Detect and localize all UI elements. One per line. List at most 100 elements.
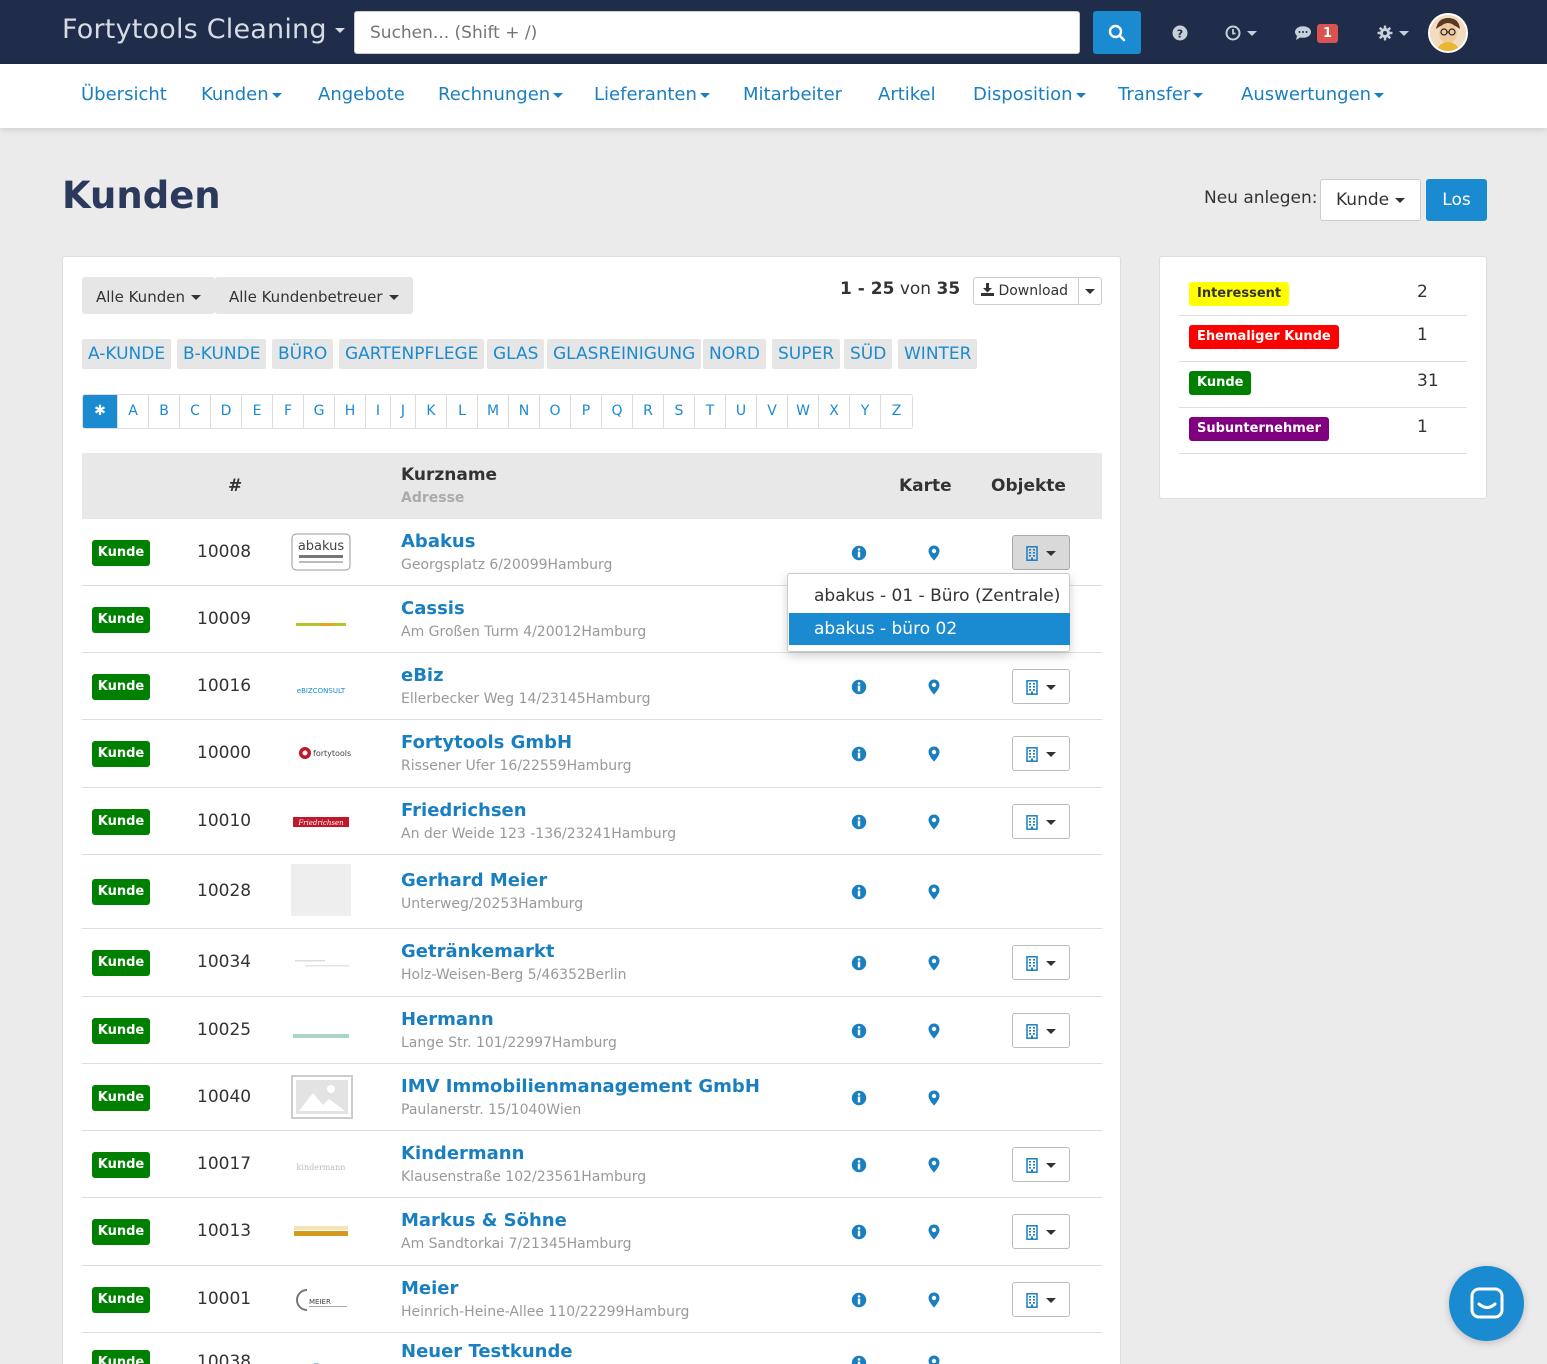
go-button[interactable]: Los xyxy=(1426,179,1487,221)
tag-filter[interactable]: B-KUNDE xyxy=(177,339,267,369)
map-marker-icon[interactable] xyxy=(928,679,940,699)
alphabet-filter-letter[interactable]: T xyxy=(695,395,726,428)
messages-button[interactable]: 1 xyxy=(1294,20,1339,46)
tag-filter[interactable]: WINTER xyxy=(898,339,978,369)
tag-filter[interactable]: SUPER xyxy=(772,339,841,369)
tag-filter[interactable]: BÜRO xyxy=(272,339,334,369)
info-circle-icon[interactable] xyxy=(851,1292,867,1312)
nav-mitarbeiter[interactable]: Mitarbeiter xyxy=(743,84,842,105)
map-marker-icon[interactable] xyxy=(928,814,940,834)
chevron-down-icon[interactable] xyxy=(1085,289,1095,294)
download-button[interactable]: Download xyxy=(973,277,1102,305)
settings-menu[interactable] xyxy=(1377,20,1409,46)
tag-filter[interactable]: GARTENPFLEGE xyxy=(339,339,485,369)
avatar[interactable] xyxy=(1428,13,1468,53)
nav-kunden[interactable]: Kunden xyxy=(201,84,282,105)
customer-name-link[interactable]: eBiz xyxy=(401,665,444,686)
alphabet-filter-letter[interactable]: L xyxy=(447,395,478,428)
customer-name-link[interactable]: Getränkemarkt xyxy=(401,941,554,962)
alphabet-filter-letter[interactable]: D xyxy=(211,395,242,428)
map-marker-icon[interactable] xyxy=(928,1157,940,1177)
objects-dropdown-button[interactable] xyxy=(1012,736,1070,771)
nav-rechnungen[interactable]: Rechnungen xyxy=(438,84,564,105)
objects-dropdown-button[interactable] xyxy=(1012,803,1070,839)
customer-name-link[interactable]: Cassis xyxy=(401,598,465,619)
info-circle-icon[interactable] xyxy=(851,1090,867,1110)
tag-filter[interactable]: A-KUNDE xyxy=(82,339,172,369)
map-marker-icon[interactable] xyxy=(928,1292,940,1312)
info-circle-icon[interactable] xyxy=(851,679,867,699)
alphabet-filter-letter[interactable]: R xyxy=(633,395,664,428)
alphabet-filter-letter[interactable]: I xyxy=(366,395,391,428)
alphabet-filter-letter[interactable]: V xyxy=(757,395,788,428)
map-marker-icon[interactable] xyxy=(928,955,940,975)
map-marker-icon[interactable] xyxy=(928,1090,940,1110)
tag-filter[interactable]: SÜD xyxy=(844,339,893,369)
alphabet-filter-letter[interactable]: O xyxy=(540,395,571,428)
objects-dropdown-button[interactable] xyxy=(1012,1214,1070,1249)
objects-dropdown-button[interactable] xyxy=(1012,668,1070,704)
alphabet-filter-letter[interactable]: C xyxy=(180,395,211,428)
map-marker-icon[interactable] xyxy=(928,746,940,766)
alphabet-filter-letter[interactable]: Z xyxy=(881,395,912,428)
alphabet-filter-letter[interactable]: B xyxy=(149,395,180,428)
alphabet-filter-letter[interactable]: K xyxy=(416,395,447,428)
info-circle-icon[interactable] xyxy=(851,955,867,975)
objects-dropdown-button[interactable] xyxy=(1012,1146,1070,1182)
nav-auswertungen[interactable]: Auswertungen xyxy=(1241,84,1385,105)
alphabet-filter-letter[interactable]: F xyxy=(273,395,304,428)
customer-name-link[interactable]: Kindermann xyxy=(401,1143,524,1164)
customer-name-link[interactable]: Markus & Söhne xyxy=(401,1210,567,1231)
history-menu[interactable] xyxy=(1225,20,1257,46)
nav-disposition[interactable]: Disposition xyxy=(973,84,1086,105)
alphabet-filter-letter[interactable]: Q xyxy=(602,395,633,428)
chat-launcher-button[interactable] xyxy=(1449,1266,1524,1341)
customer-filter-button[interactable]: Alle Kunden xyxy=(82,277,215,314)
alphabet-filter-letter[interactable]: X xyxy=(819,395,850,428)
nav-angebote[interactable]: Angebote xyxy=(318,84,405,105)
info-circle-icon[interactable] xyxy=(851,1157,867,1177)
nav-transfer[interactable]: Transfer xyxy=(1118,84,1204,105)
tag-filter[interactable]: GLAS xyxy=(487,339,545,369)
nav-artikel[interactable]: Artikel xyxy=(878,84,936,105)
alphabet-filter-letter[interactable]: W xyxy=(788,395,819,428)
map-marker-icon[interactable] xyxy=(928,1224,940,1244)
info-circle-icon[interactable] xyxy=(851,884,867,904)
info-circle-icon[interactable] xyxy=(851,814,867,834)
alphabet-filter-letter[interactable]: G xyxy=(304,395,335,428)
info-circle-icon[interactable] xyxy=(851,746,867,766)
alphabet-filter-letter[interactable]: Y xyxy=(850,395,881,428)
alphabet-filter-letter[interactable]: N xyxy=(509,395,540,428)
customer-name-link[interactable]: IMV Immobilienmanagement GmbH xyxy=(401,1076,760,1097)
status-summary-row[interactable]: Interessent 2 xyxy=(1179,273,1467,316)
alphabet-filter-letter[interactable]: P xyxy=(571,395,602,428)
customer-name-link[interactable]: Abakus xyxy=(401,531,475,552)
tag-filter[interactable]: GLASREINIGUNG xyxy=(547,339,702,369)
search-input[interactable] xyxy=(354,11,1080,54)
info-circle-icon[interactable] xyxy=(851,545,867,565)
manager-filter-button[interactable]: Alle Kundenbetreuer xyxy=(215,277,413,314)
customer-name-link[interactable]: Friedrichsen xyxy=(401,800,527,821)
objects-dropdown-button[interactable] xyxy=(1012,1012,1070,1048)
col-name[interactable]: Kurzname xyxy=(401,465,497,485)
alphabet-filter-letter[interactable]: M xyxy=(478,395,509,428)
customer-name-link[interactable]: Gerhard Meier xyxy=(401,870,547,891)
status-summary-row[interactable]: Kunde 31 xyxy=(1179,362,1467,408)
objects-dropdown-item[interactable]: abakus - büro 02 xyxy=(789,613,1070,645)
customer-name-link[interactable]: Hermann xyxy=(401,1009,494,1030)
alphabet-filter-letter[interactable]: E xyxy=(242,395,273,428)
info-circle-icon[interactable] xyxy=(851,1355,867,1364)
nav-lieferanten[interactable]: Lieferanten xyxy=(594,84,710,105)
tag-filter[interactable]: NORD xyxy=(703,339,766,369)
alphabet-filter-letter[interactable]: H xyxy=(335,395,366,428)
map-marker-icon[interactable] xyxy=(928,545,940,565)
status-summary-row[interactable]: Ehemaliger Kunde 1 xyxy=(1179,316,1467,362)
info-circle-icon[interactable] xyxy=(851,1023,867,1043)
objects-dropdown-button[interactable] xyxy=(1012,534,1070,570)
alphabet-filter-letter[interactable]: U xyxy=(726,395,757,428)
nav-uebersicht[interactable]: Übersicht xyxy=(81,84,167,105)
alphabet-filter-all[interactable]: ✱ xyxy=(83,395,118,428)
customer-name-link[interactable]: Neuer Testkunde xyxy=(401,1341,573,1362)
alphabet-filter-letter[interactable]: J xyxy=(391,395,416,428)
objects-dropdown-button[interactable] xyxy=(1012,945,1070,980)
